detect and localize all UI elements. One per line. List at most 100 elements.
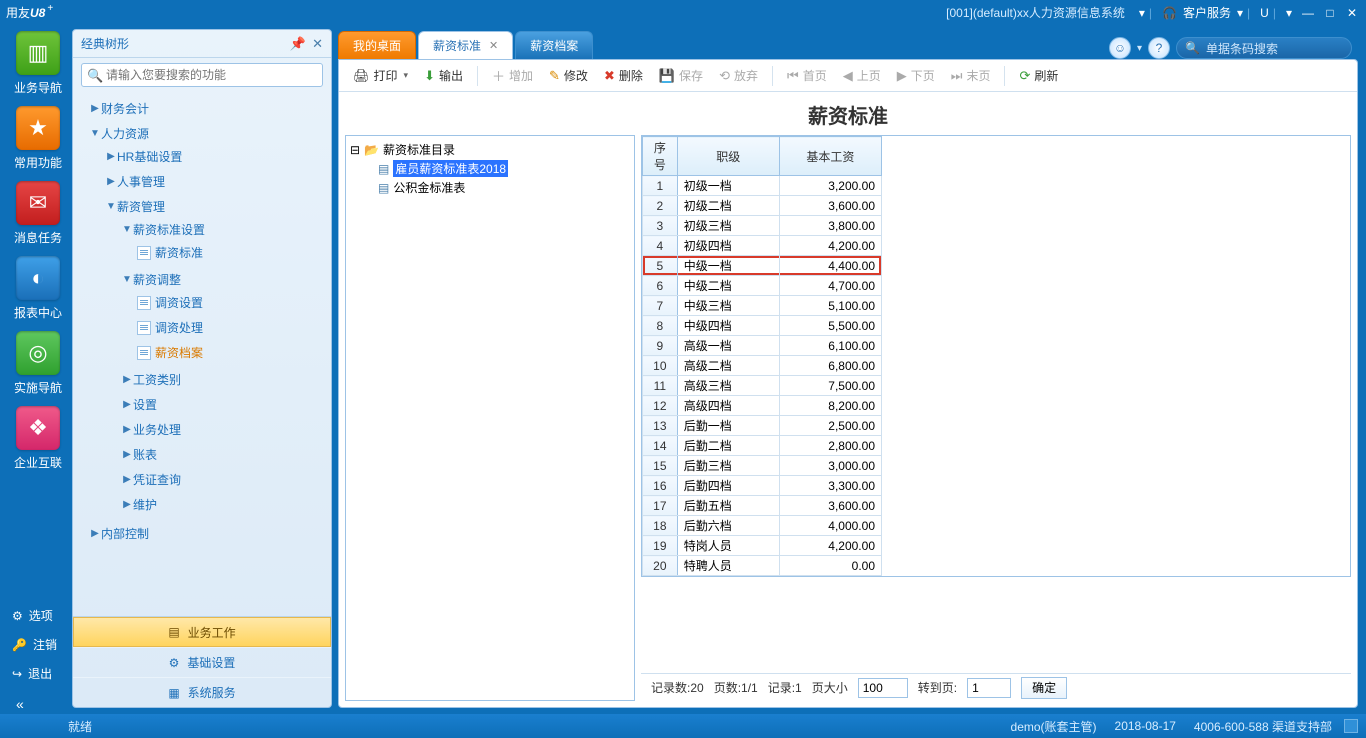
pager-pagesize-input[interactable]	[858, 678, 908, 698]
rail-report[interactable]: ◐报表中心	[8, 256, 68, 321]
col-seq[interactable]: 序号	[643, 137, 678, 176]
tab-salary-file[interactable]: 薪资档案	[515, 31, 593, 59]
col-level[interactable]: 职级	[677, 137, 779, 176]
tree-adjust-set[interactable]: 调资设置	[73, 292, 331, 313]
table-row[interactable]: 4 初级四档 4,200.00	[643, 236, 882, 256]
overflow-dropdown-icon[interactable]: ▾	[1286, 6, 1292, 20]
tree-salary-file[interactable]: 薪资档案	[73, 342, 331, 363]
dir-item-fund[interactable]: ▤公积金标准表	[350, 178, 630, 197]
dir-item-employee-2018[interactable]: ▤雇员薪资标准表2018	[350, 159, 630, 178]
tree-salary-std-set[interactable]: ▼薪资标准设置	[73, 219, 331, 240]
table-row[interactable]: 7 中级三档 5,100.00	[643, 296, 882, 316]
rail-common[interactable]: ★常用功能	[8, 106, 68, 171]
sb-base-settings[interactable]: ⚙基础设置	[73, 647, 331, 677]
tree-voucher-query[interactable]: ▶凭证查询	[73, 469, 331, 490]
tree-ledger[interactable]: ▶账表	[73, 444, 331, 465]
sidebar-search-input[interactable]	[81, 63, 323, 87]
first-button[interactable]: ⏮首页	[781, 64, 833, 87]
table-row[interactable]: 10 高级二档 6,800.00	[643, 356, 882, 376]
tree-finance[interactable]: ▶财务会计	[73, 98, 331, 119]
caret-down-icon[interactable]: ▾	[404, 70, 409, 81]
tree-internal-control[interactable]: ▶内部控制	[73, 523, 331, 544]
tree-toggle-icon[interactable]: ⊟	[350, 143, 360, 157]
tree-adjust-process[interactable]: 调资处理	[73, 317, 331, 338]
system-dropdown-icon[interactable]: ▾	[1139, 6, 1145, 20]
table-row[interactable]: 1 初级一档 3,200.00	[643, 176, 882, 196]
table-row[interactable]: 9 高级一档 6,100.00	[643, 336, 882, 356]
help-icon[interactable]: ?	[1148, 37, 1170, 59]
next-button[interactable]: ▶下页	[891, 64, 941, 87]
save-icon: 💾	[659, 68, 675, 84]
table-row[interactable]: 5 中级一档 4,400.00	[643, 256, 882, 276]
last-button[interactable]: ⏭末页	[945, 64, 997, 87]
headset-icon[interactable]: 🎧	[1162, 6, 1177, 20]
prev-button[interactable]: ◀上页	[837, 64, 887, 87]
table-row[interactable]: 3 初级三档 3,800.00	[643, 216, 882, 236]
minimize-icon[interactable]: —	[1300, 6, 1316, 20]
rail-options[interactable]: ⚙选项	[4, 601, 72, 630]
table-row[interactable]: 2 初级二档 3,600.00	[643, 196, 882, 216]
table-row[interactable]: 6 中级二档 4,700.00	[643, 276, 882, 296]
first-icon: ⏮	[787, 68, 799, 84]
tab-salary-standard[interactable]: 薪资标准✕	[418, 31, 513, 59]
delete-button[interactable]: ✖删除	[598, 64, 649, 87]
u-button[interactable]: U	[1260, 6, 1269, 20]
print-icon: 🖨	[353, 68, 370, 84]
tree-maintain[interactable]: ▶维护	[73, 494, 331, 515]
rail-enterprise[interactable]: ❖企业互联	[8, 406, 68, 471]
barcode-search[interactable]: 🔍单据条码搜索	[1176, 37, 1352, 59]
dir-root[interactable]: ⊟📂薪资标准目录	[350, 140, 630, 159]
cell-base: 6,800.00	[779, 356, 881, 376]
sb-system-service[interactable]: ▦系统服务	[73, 677, 331, 707]
tree-hr-base[interactable]: ▶HR基础设置	[73, 146, 331, 167]
close-icon[interactable]: ✕	[1344, 6, 1360, 20]
sb-business-work[interactable]: ▤业务工作	[73, 617, 331, 647]
table-row[interactable]: 17 后勤五档 3,600.00	[643, 496, 882, 516]
tree-salary[interactable]: ▼薪资管理	[73, 196, 331, 217]
col-base[interactable]: 基本工资	[779, 137, 881, 176]
edit-button[interactable]: ✎修改	[543, 64, 594, 87]
cs-dropdown-icon[interactable]: ▾	[1237, 6, 1243, 20]
pager-confirm-button[interactable]: 确定	[1021, 677, 1067, 699]
tree-hr[interactable]: ▼人力资源	[73, 123, 331, 144]
rail-message[interactable]: ✉消息任务	[8, 181, 68, 246]
rail-logout[interactable]: 🔑注销	[4, 630, 72, 659]
tree-settings[interactable]: ▶设置	[73, 394, 331, 415]
table-row[interactable]: 16 后勤四档 3,300.00	[643, 476, 882, 496]
refresh-button[interactable]: ⟳刷新	[1013, 64, 1064, 87]
status-indicator-icon[interactable]	[1344, 719, 1358, 733]
rail-exit[interactable]: ↪退出	[4, 659, 72, 688]
tree-biz-process[interactable]: ▶业务处理	[73, 419, 331, 440]
table-row[interactable]: 11 高级三档 7,500.00	[643, 376, 882, 396]
table-row[interactable]: 18 后勤六档 4,000.00	[643, 516, 882, 536]
tree-wage-type[interactable]: ▶工资类别	[73, 369, 331, 390]
cell-base: 4,700.00	[779, 276, 881, 296]
print-button[interactable]: 🖨打印▾	[347, 64, 414, 87]
rail-business-nav[interactable]: ▥业务导航	[8, 31, 68, 96]
tree-personnel[interactable]: ▶人事管理	[73, 171, 331, 192]
rail-impl[interactable]: ◎实施导航	[8, 331, 68, 396]
table-row[interactable]: 20 特聘人员 0.00	[643, 556, 882, 576]
tree-salary-std[interactable]: 薪资标准	[73, 242, 331, 263]
table-row[interactable]: 12 高级四档 8,200.00	[643, 396, 882, 416]
customer-service-link[interactable]: 客户服务	[1183, 4, 1231, 21]
save-button[interactable]: 💾保存	[653, 64, 709, 87]
table-row[interactable]: 19 特岗人员 4,200.00	[643, 536, 882, 556]
table-row[interactable]: 8 中级四档 5,500.00	[643, 316, 882, 336]
tab-my-desktop[interactable]: 我的桌面	[338, 31, 416, 59]
table-row[interactable]: 13 后勤一档 2,500.00	[643, 416, 882, 436]
abandon-button[interactable]: ⟲放弃	[713, 64, 764, 87]
maximize-icon[interactable]: □	[1322, 6, 1338, 20]
add-button[interactable]: ＋增加	[486, 63, 539, 88]
table-row[interactable]: 15 后勤三档 3,000.00	[643, 456, 882, 476]
tab-close-icon[interactable]: ✕	[489, 39, 498, 52]
pin-icon[interactable]: 📌	[290, 36, 306, 52]
output-button[interactable]: ⬇输出	[418, 64, 469, 87]
smiley-icon[interactable]: ☺	[1109, 37, 1131, 59]
table-row[interactable]: 14 后勤二档 2,800.00	[643, 436, 882, 456]
tree-salary-adjust[interactable]: ▼薪资调整	[73, 269, 331, 290]
pager-goto-input[interactable]	[967, 678, 1011, 698]
smiley-dropdown-icon[interactable]: ▾	[1137, 43, 1142, 54]
sidebar-close-icon[interactable]: ✕	[312, 36, 323, 52]
collapse-rail-icon[interactable]: «	[12, 694, 28, 714]
